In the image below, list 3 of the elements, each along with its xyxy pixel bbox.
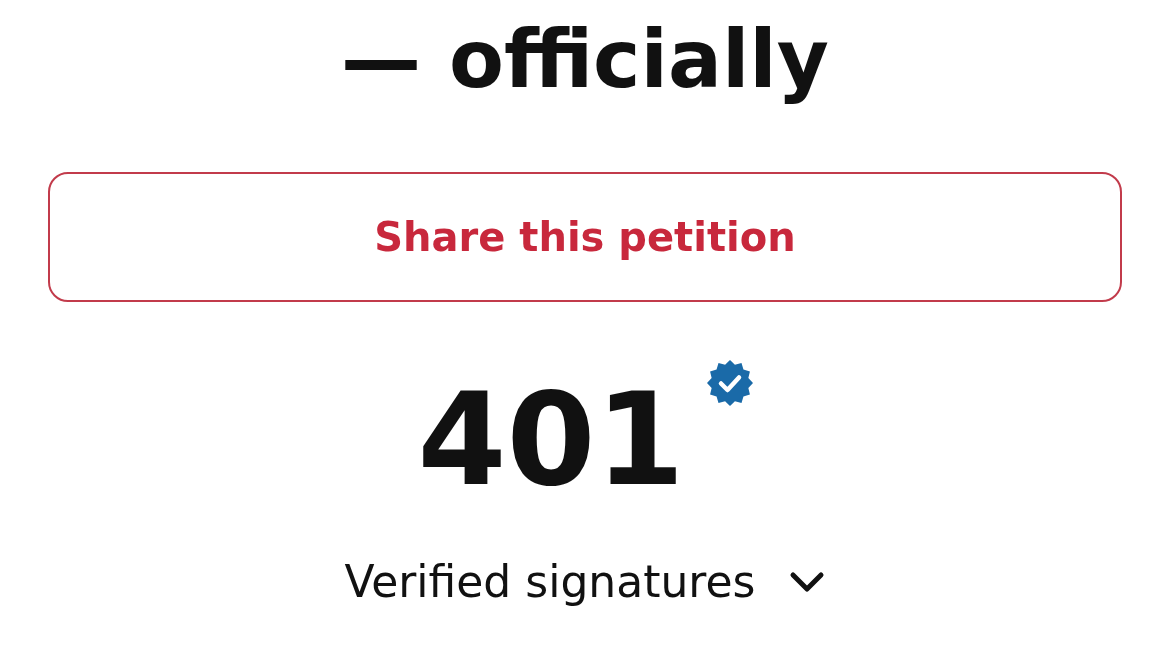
- heading: — officially: [341, 12, 829, 108]
- signature-count: 401: [417, 376, 685, 504]
- share-button[interactable]: Share this petition: [48, 172, 1122, 302]
